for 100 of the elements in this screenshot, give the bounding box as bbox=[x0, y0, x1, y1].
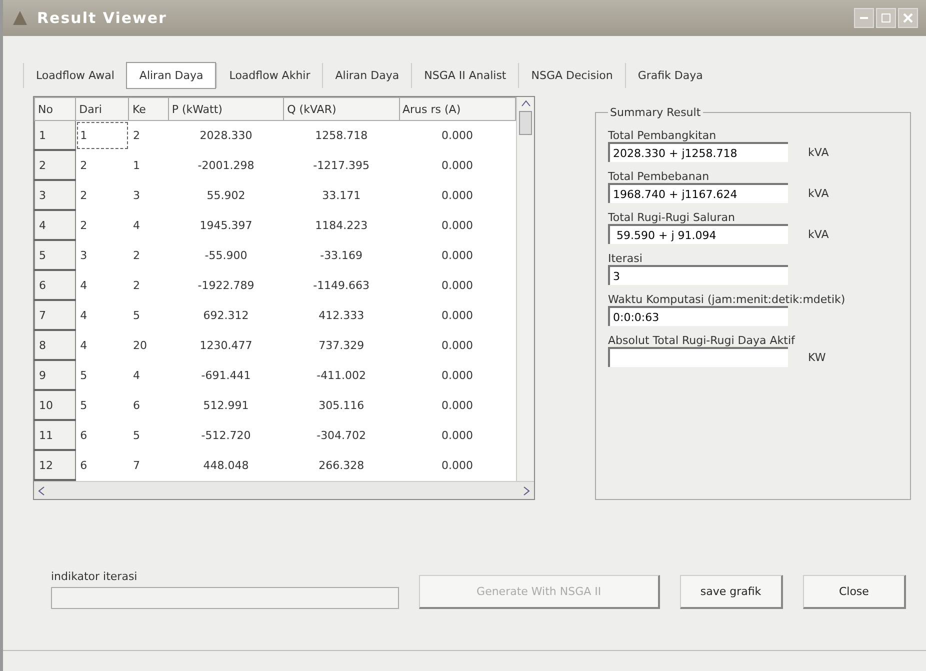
field-label: Iterasi bbox=[608, 252, 644, 265]
table-cell-text: 0.000 bbox=[440, 278, 474, 294]
row-header: 2 bbox=[34, 150, 76, 180]
row-header: 8 bbox=[34, 330, 76, 360]
table-cell-text: -304.702 bbox=[316, 428, 368, 444]
table-cell-text: 692.312 bbox=[202, 308, 250, 324]
field-label: Total Pembangkitan bbox=[608, 129, 718, 142]
table-cell-text: -55.900 bbox=[204, 248, 248, 264]
row-header: 12 bbox=[34, 450, 76, 480]
table-cell-text: 737.329 bbox=[318, 338, 366, 354]
table-cell: 2 bbox=[76, 210, 129, 240]
table-cell: 4 bbox=[76, 270, 129, 300]
table-cell-text: 1184.223 bbox=[314, 218, 369, 234]
row-header: 11 bbox=[34, 420, 76, 450]
output-field[interactable] bbox=[608, 347, 788, 367]
column-header[interactable]: P (kWatt) bbox=[168, 98, 284, 120]
row-header: 5 bbox=[34, 240, 76, 270]
table-cell-text: -2001.298 bbox=[196, 158, 256, 174]
table-cell-text: 2 bbox=[132, 278, 141, 294]
table-cell-text: 512.991 bbox=[202, 398, 250, 414]
table-cell: 2 bbox=[76, 150, 129, 180]
minimize-icon bbox=[860, 17, 868, 19]
output-field[interactable]: 59.590 + j 91.094 bbox=[608, 224, 788, 244]
table-cell-text: 7 bbox=[132, 458, 141, 474]
tab[interactable]: Aliran Daya bbox=[322, 62, 412, 88]
tab[interactable]: Grafik Daya bbox=[624, 62, 715, 88]
table-cell-text: 305.116 bbox=[318, 398, 366, 414]
table-cell-text: 5 bbox=[132, 428, 141, 444]
window-title: Result Viewer bbox=[37, 9, 167, 27]
column-header[interactable]: No bbox=[34, 98, 76, 120]
output-field[interactable]: 0:0:0:63 bbox=[608, 306, 788, 326]
table-cell-text: 0.000 bbox=[440, 158, 474, 174]
action-button[interactable]: Close bbox=[802, 575, 906, 609]
row-header: 6 bbox=[34, 270, 76, 300]
unit-label: KW bbox=[808, 350, 826, 364]
table-cell-text: -1922.789 bbox=[196, 278, 256, 294]
progress-label: indikator iterasi bbox=[51, 570, 138, 583]
table-cell: 1 bbox=[76, 120, 129, 150]
vertical-scrollbar[interactable] bbox=[516, 97, 534, 481]
column-header[interactable]: Q (kVAR) bbox=[284, 98, 399, 120]
field-label: Absolut Total Rugi-Rugi Daya Aktif bbox=[608, 334, 796, 347]
row-header: 4 bbox=[34, 210, 76, 240]
table-cell-text: 266.328 bbox=[318, 458, 366, 474]
table-cell-text: 0.000 bbox=[440, 308, 474, 324]
tab[interactable]: NSGA II Analist bbox=[411, 62, 518, 88]
row-header: 1 bbox=[34, 120, 76, 150]
table-cell: 2028.330 bbox=[168, 120, 284, 150]
close-button[interactable] bbox=[898, 8, 918, 28]
table-cell: 2 bbox=[76, 180, 129, 210]
table-cell-text: -691.441 bbox=[200, 368, 252, 384]
table-cell-text: 0.000 bbox=[440, 338, 474, 354]
table-cell-text: 0.000 bbox=[440, 368, 474, 384]
table-cell-text: 0.000 bbox=[440, 248, 474, 264]
table-cell-text: 4 bbox=[132, 218, 141, 234]
row-header: 3 bbox=[34, 180, 76, 210]
output-field[interactable]: 2028.330 + j1258.718 bbox=[608, 142, 788, 162]
tab[interactable]: Aliran Daya bbox=[126, 62, 216, 88]
column-header[interactable]: Ke bbox=[128, 98, 168, 120]
table-cell-text: 1230.477 bbox=[198, 338, 254, 354]
table-cell: 4 bbox=[76, 300, 129, 330]
table-cell: 4 bbox=[76, 330, 129, 360]
table-cell-text: 0.000 bbox=[440, 458, 474, 474]
tab[interactable]: NSGA Decision bbox=[518, 62, 625, 88]
action-button[interactable]: save grafik bbox=[680, 575, 783, 609]
table-cell: 2 bbox=[128, 120, 168, 150]
row-header: 7 bbox=[34, 300, 76, 330]
maximize-button[interactable] bbox=[876, 8, 896, 28]
table-cell-text: 33.171 bbox=[321, 188, 362, 204]
table-cell: 6 bbox=[76, 420, 129, 450]
unit-label: kVA bbox=[808, 228, 829, 240]
table-cell-text: 0.000 bbox=[440, 398, 474, 414]
table-cell: 3 bbox=[76, 240, 129, 270]
column-header[interactable]: Arus rs (A) bbox=[399, 98, 516, 120]
output-field[interactable]: 3 bbox=[608, 265, 788, 285]
table-cell-text: 3 bbox=[132, 188, 141, 204]
table-cell-text: 412.333 bbox=[318, 308, 366, 324]
table-cell-text: 1 bbox=[132, 158, 141, 174]
scroll-thumb[interactable] bbox=[519, 111, 532, 135]
row-header: 10 bbox=[34, 390, 76, 420]
tab[interactable]: Loadflow Akhir bbox=[216, 62, 322, 88]
app-icon bbox=[11, 9, 29, 27]
table-cell: 5 bbox=[76, 360, 129, 390]
horizontal-scrollbar[interactable] bbox=[34, 481, 534, 499]
table-cell-text: 5 bbox=[132, 308, 141, 324]
table-cell-text: 0.000 bbox=[440, 428, 474, 444]
field-label: Total Rugi-Rugi Saluran bbox=[608, 211, 736, 224]
table-cell: 1258.718 bbox=[284, 120, 399, 150]
table-cell: 6 bbox=[76, 450, 129, 480]
table-cell: 5 bbox=[76, 390, 129, 420]
unit-label: kVA bbox=[808, 146, 829, 158]
minimize-button[interactable] bbox=[854, 8, 874, 28]
output-field[interactable]: 1968.740 + j1167.624 bbox=[608, 183, 788, 203]
unit-label: kVA bbox=[808, 186, 829, 200]
table-cell-text: -411.002 bbox=[316, 368, 368, 384]
table-cell-text: -33.169 bbox=[319, 248, 364, 264]
table-cell-text: 0.000 bbox=[440, 218, 474, 234]
table-cell-text: 0.000 bbox=[440, 188, 474, 204]
table-cell-text: 20 bbox=[132, 338, 148, 354]
column-header[interactable]: Dari bbox=[76, 98, 129, 120]
maximize-icon bbox=[881, 13, 891, 23]
